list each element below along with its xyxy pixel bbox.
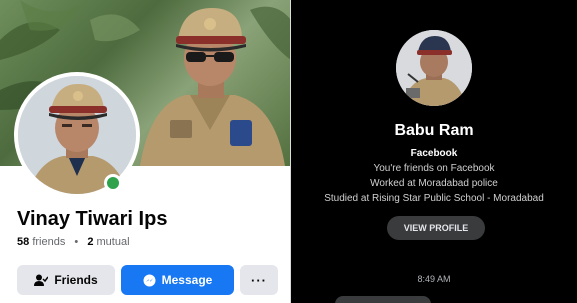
cover-officer-illustration: [140, 8, 285, 166]
friends-count: 58: [17, 236, 30, 248]
more-options-button[interactable]: ···: [240, 265, 278, 295]
profile-name: Vinay Tiwari Ips: [17, 208, 168, 230]
message-button[interactable]: Message: [121, 265, 234, 295]
message-button-label: Message: [161, 273, 213, 287]
friends-button-label: Friends: [54, 273, 98, 287]
contact-name: Babu Ram: [394, 122, 474, 139]
contact-avatar[interactable]: [396, 30, 472, 106]
friendship-status: You're friends on Facebook: [373, 163, 495, 174]
messenger-icon: [143, 274, 156, 286]
person-check-icon: [34, 274, 49, 286]
online-status-indicator: [104, 174, 122, 192]
friends-summary[interactable]: 58 friends • 2 mutual: [17, 236, 130, 248]
message-bubble[interactable]: [335, 296, 431, 303]
messenger-chat-panel: Babu Ram Facebook You're friends on Face…: [291, 0, 577, 303]
mutual-count: 2: [87, 236, 94, 248]
contact-app-label: Facebook: [410, 148, 458, 159]
friends-label: friends: [32, 236, 66, 248]
education-info: Studied at Rising Star Public School - M…: [324, 193, 544, 204]
view-profile-button[interactable]: VIEW PROFILE: [387, 216, 485, 240]
facebook-profile-panel: Vinay Tiwari Ips 58 friends • 2 mutual F…: [0, 0, 291, 303]
more-icon: ···: [251, 272, 267, 288]
contact-avatar-illustration: [396, 30, 472, 106]
work-info: Worked at Moradabad police: [370, 178, 498, 189]
friends-button[interactable]: Friends: [17, 265, 115, 295]
message-timestamp: 8:49 AM: [417, 274, 451, 284]
separator-dot: •: [74, 236, 79, 248]
mutual-label: mutual: [96, 236, 130, 248]
